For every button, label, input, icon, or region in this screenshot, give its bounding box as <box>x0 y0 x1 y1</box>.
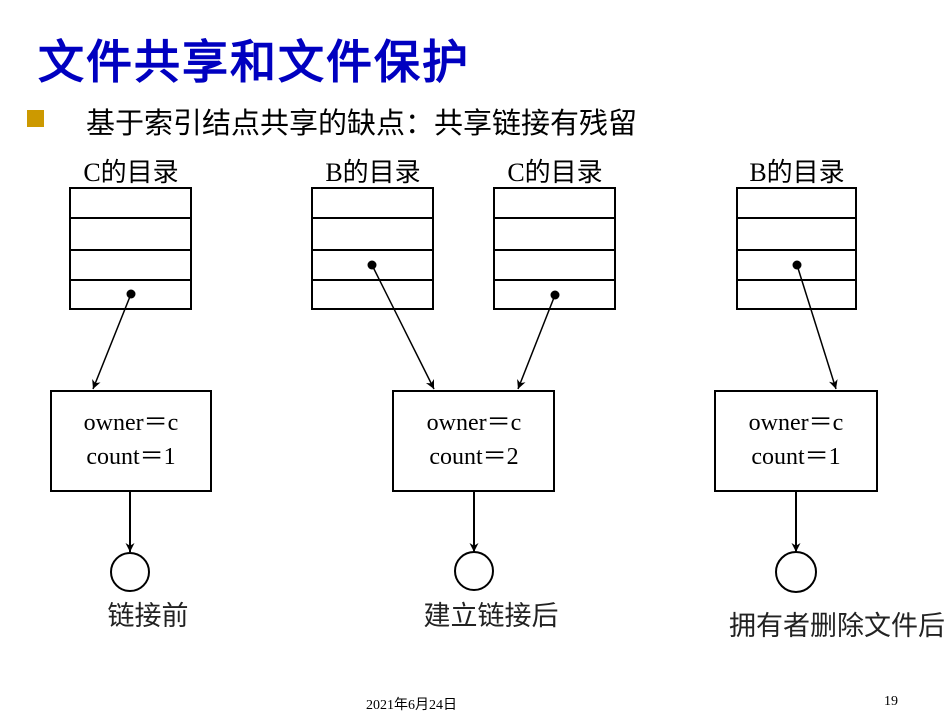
inode-owner: owner＝c <box>426 410 522 436</box>
inode-count: count＝2 <box>429 444 519 470</box>
pointer-arrow-b-to-inode-after-link <box>371 264 435 390</box>
page-number: 19 <box>884 694 898 709</box>
pointer-dot-b-after-link <box>367 260 377 270</box>
inode-owner: owner＝c <box>83 410 179 436</box>
pointer-arrow-b-to-inode-after-delete <box>796 264 838 390</box>
pointer-dot-c-after-link <box>550 290 560 300</box>
inode-text-after-link: owner＝c count＝2 <box>427 406 522 474</box>
inode-count: count＝1 <box>86 444 176 470</box>
file-data-node-after-link <box>454 551 494 591</box>
inode-text-after-delete: owner＝c count＝1 <box>749 406 844 474</box>
caption-after-owner-delete: 拥有者删除文件后 <box>729 611 945 642</box>
inode-text-before: owner＝c count＝1 <box>84 406 179 474</box>
inode-count: count＝1 <box>751 444 841 470</box>
inode-owner: owner＝c <box>748 410 844 436</box>
footer-date: 2021年6月24日 <box>366 698 457 713</box>
directory-table-b-after-link <box>311 187 434 310</box>
directory-table-b-after-delete <box>736 187 857 310</box>
file-data-node-after-delete <box>775 551 817 593</box>
file-data-node-before <box>110 552 150 592</box>
caption-after-link: 建立链接后 <box>423 601 559 632</box>
pointer-dot-b-after-delete <box>792 260 802 270</box>
pointer-dot-c-before <box>126 289 136 299</box>
caption-before-link: 链接前 <box>107 601 189 632</box>
